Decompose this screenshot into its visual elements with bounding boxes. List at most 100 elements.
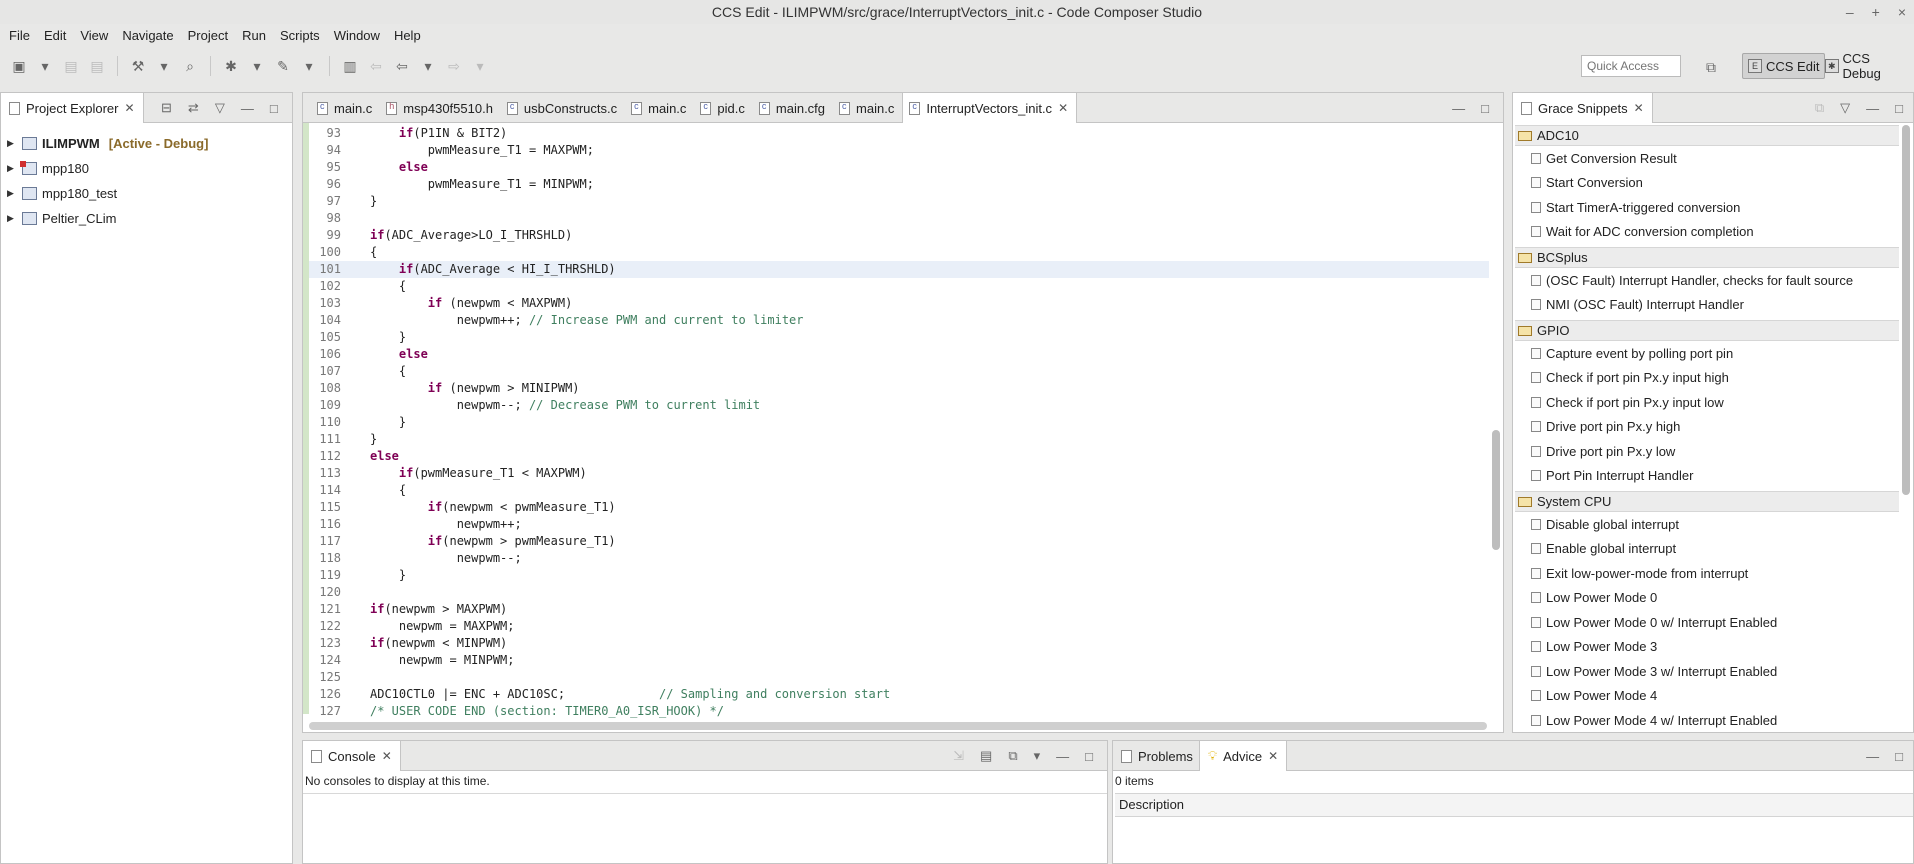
editor-tab[interactable]: main.cfg	[753, 93, 833, 123]
minimize-icon[interactable]: —	[241, 101, 254, 116]
expand-icon[interactable]: ▶	[7, 188, 17, 199]
view-menu-icon[interactable]: ▾	[1034, 748, 1041, 764]
editor-tab[interactable]: main.c	[311, 93, 380, 123]
dropdown-icon[interactable]: ▾	[417, 55, 439, 77]
snippet-category-bcsplus[interactable]: BCSplus	[1515, 247, 1899, 268]
tab-grace-snippets[interactable]: Grace Snippets ✕	[1513, 93, 1653, 123]
minimize-icon[interactable]: —	[1056, 749, 1069, 764]
view-menu-icon[interactable]: ▽	[1840, 100, 1850, 116]
menu-scripts[interactable]: Scripts	[275, 28, 329, 43]
menu-view[interactable]: View	[75, 28, 117, 43]
snippet-item[interactable]: NMI (OSC Fault) Interrupt Handler	[1531, 295, 1744, 315]
view-menu-icon[interactable]: ▽	[215, 100, 225, 116]
save-icon[interactable]: ▤	[60, 55, 82, 77]
expand-icon[interactable]: ▶	[7, 138, 17, 149]
close-icon[interactable]: ✕	[382, 749, 392, 763]
snippet-item[interactable]: (OSC Fault) Interrupt Handler, checks fo…	[1531, 270, 1853, 290]
close-icon[interactable]: ✕	[124, 101, 134, 115]
build-icon[interactable]: ⚒	[127, 55, 149, 77]
open-perspective-icon[interactable]: ⧉	[1700, 56, 1722, 78]
editor-tab[interactable]: main.c	[625, 93, 694, 123]
forward-icon[interactable]: ⇨	[443, 55, 465, 77]
dropdown-icon[interactable]: ▾	[246, 55, 268, 77]
maximize-icon[interactable]: □	[1895, 749, 1903, 764]
scroll-thumb[interactable]	[1902, 125, 1910, 495]
save-all-icon[interactable]: ▤	[86, 55, 108, 77]
snippet-item[interactable]: Capture event by polling port pin	[1531, 343, 1733, 363]
project-item[interactable]: ▶ mpp180_test	[7, 183, 117, 203]
menu-run[interactable]: Run	[237, 28, 275, 43]
expand-icon[interactable]: ▶	[7, 213, 17, 224]
terminal-icon[interactable]: ▥	[339, 55, 361, 77]
scroll-thumb[interactable]	[1492, 430, 1500, 550]
snippet-item[interactable]: Check if port pin Px.y input low	[1531, 392, 1724, 412]
maximize-icon[interactable]: □	[1481, 101, 1489, 116]
back-icon[interactable]: ⇦	[391, 55, 413, 77]
column-header-description[interactable]: Description	[1115, 793, 1913, 817]
snippet-category-gpio[interactable]: GPIO	[1515, 320, 1899, 341]
display-console-icon[interactable]: ▤	[980, 748, 992, 764]
open-console-icon[interactable]: ⧉	[1008, 748, 1017, 764]
dropdown-icon[interactable]: ▾	[469, 55, 491, 77]
snippets-vscrollbar[interactable]	[1901, 125, 1911, 732]
snippet-item[interactable]: Port Pin Interrupt Handler	[1531, 466, 1693, 486]
close-icon[interactable]: ✕	[1634, 101, 1644, 115]
snippet-category-adc10[interactable]: ADC10	[1515, 125, 1899, 146]
dropdown-icon[interactable]: ▾	[153, 55, 175, 77]
snippet-item[interactable]: Drive port pin Px.y low	[1531, 441, 1675, 461]
search-icon[interactable]: ⌕	[179, 55, 201, 77]
project-item[interactable]: ▶ Peltier_CLim	[7, 208, 116, 228]
dropdown-icon[interactable]: ▾	[298, 55, 320, 77]
minimize-icon[interactable]: –	[1846, 4, 1854, 20]
quick-access-input[interactable]	[1581, 55, 1681, 77]
editor-tab[interactable]: usbConstructs.c	[501, 93, 625, 123]
editor-hscrollbar[interactable]	[309, 722, 1487, 730]
snippet-item[interactable]: Low Power Mode 0	[1531, 588, 1657, 608]
tab-console[interactable]: Console ✕	[303, 741, 401, 771]
snippet-item[interactable]: Drive port pin Px.y high	[1531, 417, 1680, 437]
perspective-ccs-debug[interactable]: ✱ CCS Debug	[1820, 51, 1914, 81]
snippet-item[interactable]: Check if port pin Px.y input high	[1531, 368, 1729, 388]
link-editor-icon[interactable]: ⇄	[188, 100, 199, 116]
maximize-icon[interactable]: □	[1085, 749, 1093, 764]
menu-navigate[interactable]: Navigate	[117, 28, 182, 43]
editor-tab[interactable]: main.c	[833, 93, 902, 123]
tab-problems[interactable]: Problems	[1113, 741, 1201, 771]
close-icon[interactable]: ✕	[1058, 101, 1068, 115]
code-editor[interactable]: 93 if(P1IN & BIT2) 94 pwmMeasure_T1 = MAX…	[309, 125, 1489, 720]
editor-tab[interactable]: pid.c	[694, 93, 752, 123]
tab-advice[interactable]: 💡︎ Advice ✕	[1199, 741, 1288, 771]
snippet-item[interactable]: Disable global interrupt	[1531, 514, 1679, 534]
perspective-ccs-edit[interactable]: E CCS Edit	[1742, 53, 1826, 79]
menu-edit[interactable]: Edit	[39, 28, 75, 43]
project-item[interactable]: ▶ ILIMPWM [Active - Debug]	[7, 133, 208, 153]
editor-vscrollbar[interactable]	[1491, 125, 1501, 712]
editor-tab[interactable]: msp430f5510.h	[380, 93, 501, 123]
snippet-item[interactable]: Low Power Mode 3 w/ Interrupt Enabled	[1531, 661, 1777, 681]
menu-help[interactable]: Help	[389, 28, 430, 43]
snippet-item[interactable]: Wait for ADC conversion completion	[1531, 222, 1754, 242]
snippet-item[interactable]: Low Power Mode 0 w/ Interrupt Enabled	[1531, 612, 1777, 632]
menu-file[interactable]: File	[4, 28, 39, 43]
project-item[interactable]: ▶ mpp180	[7, 158, 89, 178]
expand-icon[interactable]: ▶	[7, 163, 17, 174]
snippet-item[interactable]: Low Power Mode 4 w/ Interrupt Enabled	[1531, 710, 1777, 730]
snippet-category-system-cpu[interactable]: System CPU	[1515, 491, 1899, 512]
minimize-icon[interactable]: —	[1452, 101, 1465, 116]
flash-icon[interactable]: ✎	[272, 55, 294, 77]
debug-icon[interactable]: ✱	[220, 55, 242, 77]
close-icon[interactable]: ✕	[1268, 749, 1278, 763]
minimize-icon[interactable]: —	[1866, 101, 1879, 116]
snippet-item[interactable]: Low Power Mode 4	[1531, 686, 1657, 706]
maximize-icon[interactable]: □	[270, 101, 278, 116]
menu-window[interactable]: Window	[329, 28, 389, 43]
tab-project-explorer[interactable]: Project Explorer ✕	[1, 93, 144, 123]
snippet-item[interactable]: Get Conversion Result	[1531, 148, 1677, 168]
close-icon[interactable]: ×	[1898, 4, 1906, 20]
insert-icon[interactable]: ⧉	[1815, 100, 1824, 116]
snippet-item[interactable]: Exit low-power-mode from interrupt	[1531, 563, 1748, 583]
dropdown-icon[interactable]: ▾	[34, 55, 56, 77]
pin-console-icon[interactable]: ⇲	[953, 748, 964, 764]
new-icon[interactable]: ▣	[8, 55, 30, 77]
snippet-item[interactable]: Low Power Mode 3	[1531, 637, 1657, 657]
